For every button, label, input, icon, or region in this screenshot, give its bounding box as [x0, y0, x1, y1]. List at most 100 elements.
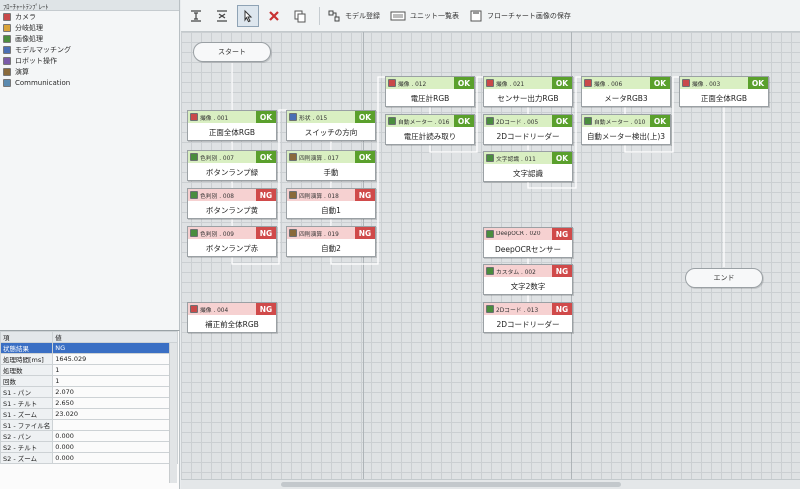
save-flowchart-button[interactable]: フローチャート画像の保存 — [466, 5, 574, 27]
node-id: 自動メーター . 016 — [398, 119, 450, 126]
property-row[interactable]: S2 - パン 0.000 — [0, 430, 178, 442]
property-key: S1 - ファイル名 — [0, 419, 54, 431]
property-row[interactable]: 状態結果 NG — [0, 342, 178, 354]
unit-list-button[interactable]: ユニット一覧表 — [387, 5, 462, 27]
template-item-calc[interactable]: 演算 — [0, 66, 179, 77]
template-item-robot[interactable]: ロボット操作 — [0, 55, 179, 66]
flowchart-canvas[interactable]: スタート エンド 撮像 . 001 OK 正面全体RGB 色判別 . 007 OK … — [181, 32, 800, 479]
property-row[interactable]: S2 - ズーム 0.000 — [0, 452, 178, 464]
node-header: 撮像 . 004 NG — [188, 303, 276, 315]
property-row[interactable]: 処理数 1 — [0, 364, 178, 376]
delete-button[interactable] — [263, 5, 285, 27]
flow-node-018[interactable]: 四則演算 . 018 NG 自動1 — [286, 188, 376, 219]
node-id: 文字認識 . 011 — [496, 156, 536, 163]
template-item-label: 演算 — [15, 67, 29, 76]
node-label: スイッチの方向 — [304, 127, 358, 137]
flow-node-010[interactable]: 自動メーター . 010 OK 自動メーター検出(上)3 — [581, 114, 671, 145]
node-status-badge: NG — [552, 265, 572, 277]
node-label: 文字認識 — [513, 168, 543, 178]
align-middle-icon — [217, 9, 227, 22]
property-row[interactable]: S2 - チルト 0.000 — [0, 441, 178, 453]
node-status-badge: NG — [552, 303, 572, 315]
select-pointer-button[interactable] — [237, 4, 259, 27]
copy-button[interactable] — [289, 5, 311, 27]
model-register-label: モデル登録 — [345, 11, 380, 20]
properties-header: 項 値 — [0, 331, 178, 343]
node-header: 自動メーター . 016 OK — [386, 115, 474, 127]
node-status-badge: NG — [256, 303, 276, 315]
node-status-badge: OK — [355, 111, 375, 123]
node-header: 四則演算 . 018 NG — [287, 189, 375, 201]
branch-icon — [3, 23, 11, 32]
toolbar-separator — [319, 6, 320, 25]
template-item-model-matching[interactable]: モデルマッチング — [0, 44, 179, 55]
property-row[interactable]: S1 - ファイル名 — [0, 419, 178, 431]
flow-node-007[interactable]: 色判別 . 007 OK ボタンランプ緑 — [187, 150, 277, 181]
custom-icon — [486, 267, 494, 275]
scrollbar-thumb[interactable] — [281, 482, 621, 487]
end-terminal[interactable]: エンド — [685, 268, 763, 288]
camera-icon — [190, 305, 198, 313]
flow-node-009[interactable]: 色判別 . 009 NG ボタンランプ赤 — [187, 226, 277, 257]
node-status-badge: OK — [748, 77, 768, 89]
flow-node-015[interactable]: 形状 . 015 OK スイッチの方向 — [286, 110, 376, 141]
node-status-badge: OK — [552, 115, 572, 127]
node-id: 色判別 . 008 — [200, 193, 234, 200]
flow-node-016[interactable]: 自動メーター . 016 OK 電圧計読み取り — [385, 114, 475, 145]
property-row[interactable]: S1 - ズーム 23.020 — [0, 408, 178, 420]
align-middle-button[interactable] — [211, 5, 233, 27]
node-id: 色判別 . 009 — [200, 231, 234, 238]
flow-node-003[interactable]: 撮像 . 003 OK 正面全体RGB — [679, 76, 769, 107]
flow-node-005[interactable]: 2Dコード . 005 OK 2Dコードリーダー — [483, 114, 573, 145]
template-item-camera[interactable]: カメラ — [0, 11, 179, 22]
flow-node-011[interactable]: 文字認識 . 011 OK 文字認識 — [483, 151, 573, 182]
flow-node-002[interactable]: カスタム . 002 NG 文字2数字 — [483, 264, 573, 295]
property-row[interactable]: S1 - チルト 2.650 — [0, 397, 178, 409]
template-item-image-process[interactable]: 画像処理 — [0, 33, 179, 44]
node-header: 四則演算 . 017 OK — [287, 151, 375, 163]
deep-ocr-icon — [486, 230, 494, 238]
flow-node-019[interactable]: 四則演算 . 019 NG 自動2 — [286, 226, 376, 257]
unit-list-icon — [390, 11, 406, 20]
node-header: 色判別 . 007 OK — [188, 151, 276, 163]
node-header: 撮像 . 012 OK — [386, 77, 474, 89]
node-header: 撮像 . 001 OK — [188, 111, 276, 123]
flow-node-006[interactable]: 撮像 . 006 OK メータRGB3 — [581, 76, 671, 107]
align-top-button[interactable] — [185, 5, 207, 27]
node-header: 文字認識 . 011 OK — [484, 152, 572, 164]
flow-node-013[interactable]: 2Dコード . 013 NG 2Dコードリーダー — [483, 302, 573, 333]
flow-node-008[interactable]: 色判別 . 008 NG ボタンランプ黄 — [187, 188, 277, 219]
properties-scrollbar[interactable] — [169, 343, 177, 483]
property-row[interactable]: 回数 1 — [0, 375, 178, 387]
property-row[interactable]: 処理時間[ms] 1645.029 — [0, 353, 178, 365]
flow-node-021[interactable]: 撮像 . 021 OK センサー出力RGB — [483, 76, 573, 107]
flow-node-012[interactable]: 撮像 . 012 OK 電圧計RGB — [385, 76, 475, 107]
node-status-badge: OK — [552, 77, 572, 89]
canvas-horizontal-scrollbar[interactable] — [181, 479, 800, 489]
node-label: 正面全体RGB — [700, 93, 748, 103]
node-label: 電圧計読み取り — [403, 131, 457, 141]
flow-node-020[interactable]: DeepOCR . 020 NG DeepOCRセンサー — [483, 227, 573, 258]
node-header: DeepOCR . 020 NG — [484, 228, 572, 240]
node-id: 撮像 . 004 — [200, 307, 229, 314]
property-row[interactable]: S1 - パン 2.070 — [0, 386, 178, 398]
toolbar: モデル登録 ユニット一覧表 フローチャート画像の保存 — [181, 0, 800, 32]
node-status-badge: OK — [355, 151, 375, 163]
node-header: 2Dコード . 005 OK — [484, 115, 572, 127]
node-status-badge: OK — [552, 152, 572, 164]
flow-node-017[interactable]: 四則演算 . 017 OK 手動 — [286, 150, 376, 181]
node-label: ボタンランプ黄 — [205, 205, 259, 215]
node-label: センサー出力RGB — [497, 93, 559, 103]
flow-node-001[interactable]: 撮像 . 001 OK 正面全体RGB — [187, 110, 277, 141]
node-header: 色判別 . 009 NG — [188, 227, 276, 239]
flow-node-004[interactable]: 撮像 . 004 NG 補正前全体RGB — [187, 302, 277, 333]
property-value: 0.000 — [52, 452, 178, 464]
node-id: 2Dコード . 013 — [496, 307, 539, 314]
template-item-communication[interactable]: Communication — [0, 77, 179, 88]
delete-x-icon — [269, 10, 279, 21]
model-register-icon — [328, 10, 340, 21]
model-register-button[interactable]: モデル登録 — [324, 5, 383, 27]
start-terminal[interactable]: スタート — [193, 42, 271, 62]
ocr-icon — [486, 154, 494, 162]
template-item-branch[interactable]: 分岐処理 — [0, 22, 179, 33]
